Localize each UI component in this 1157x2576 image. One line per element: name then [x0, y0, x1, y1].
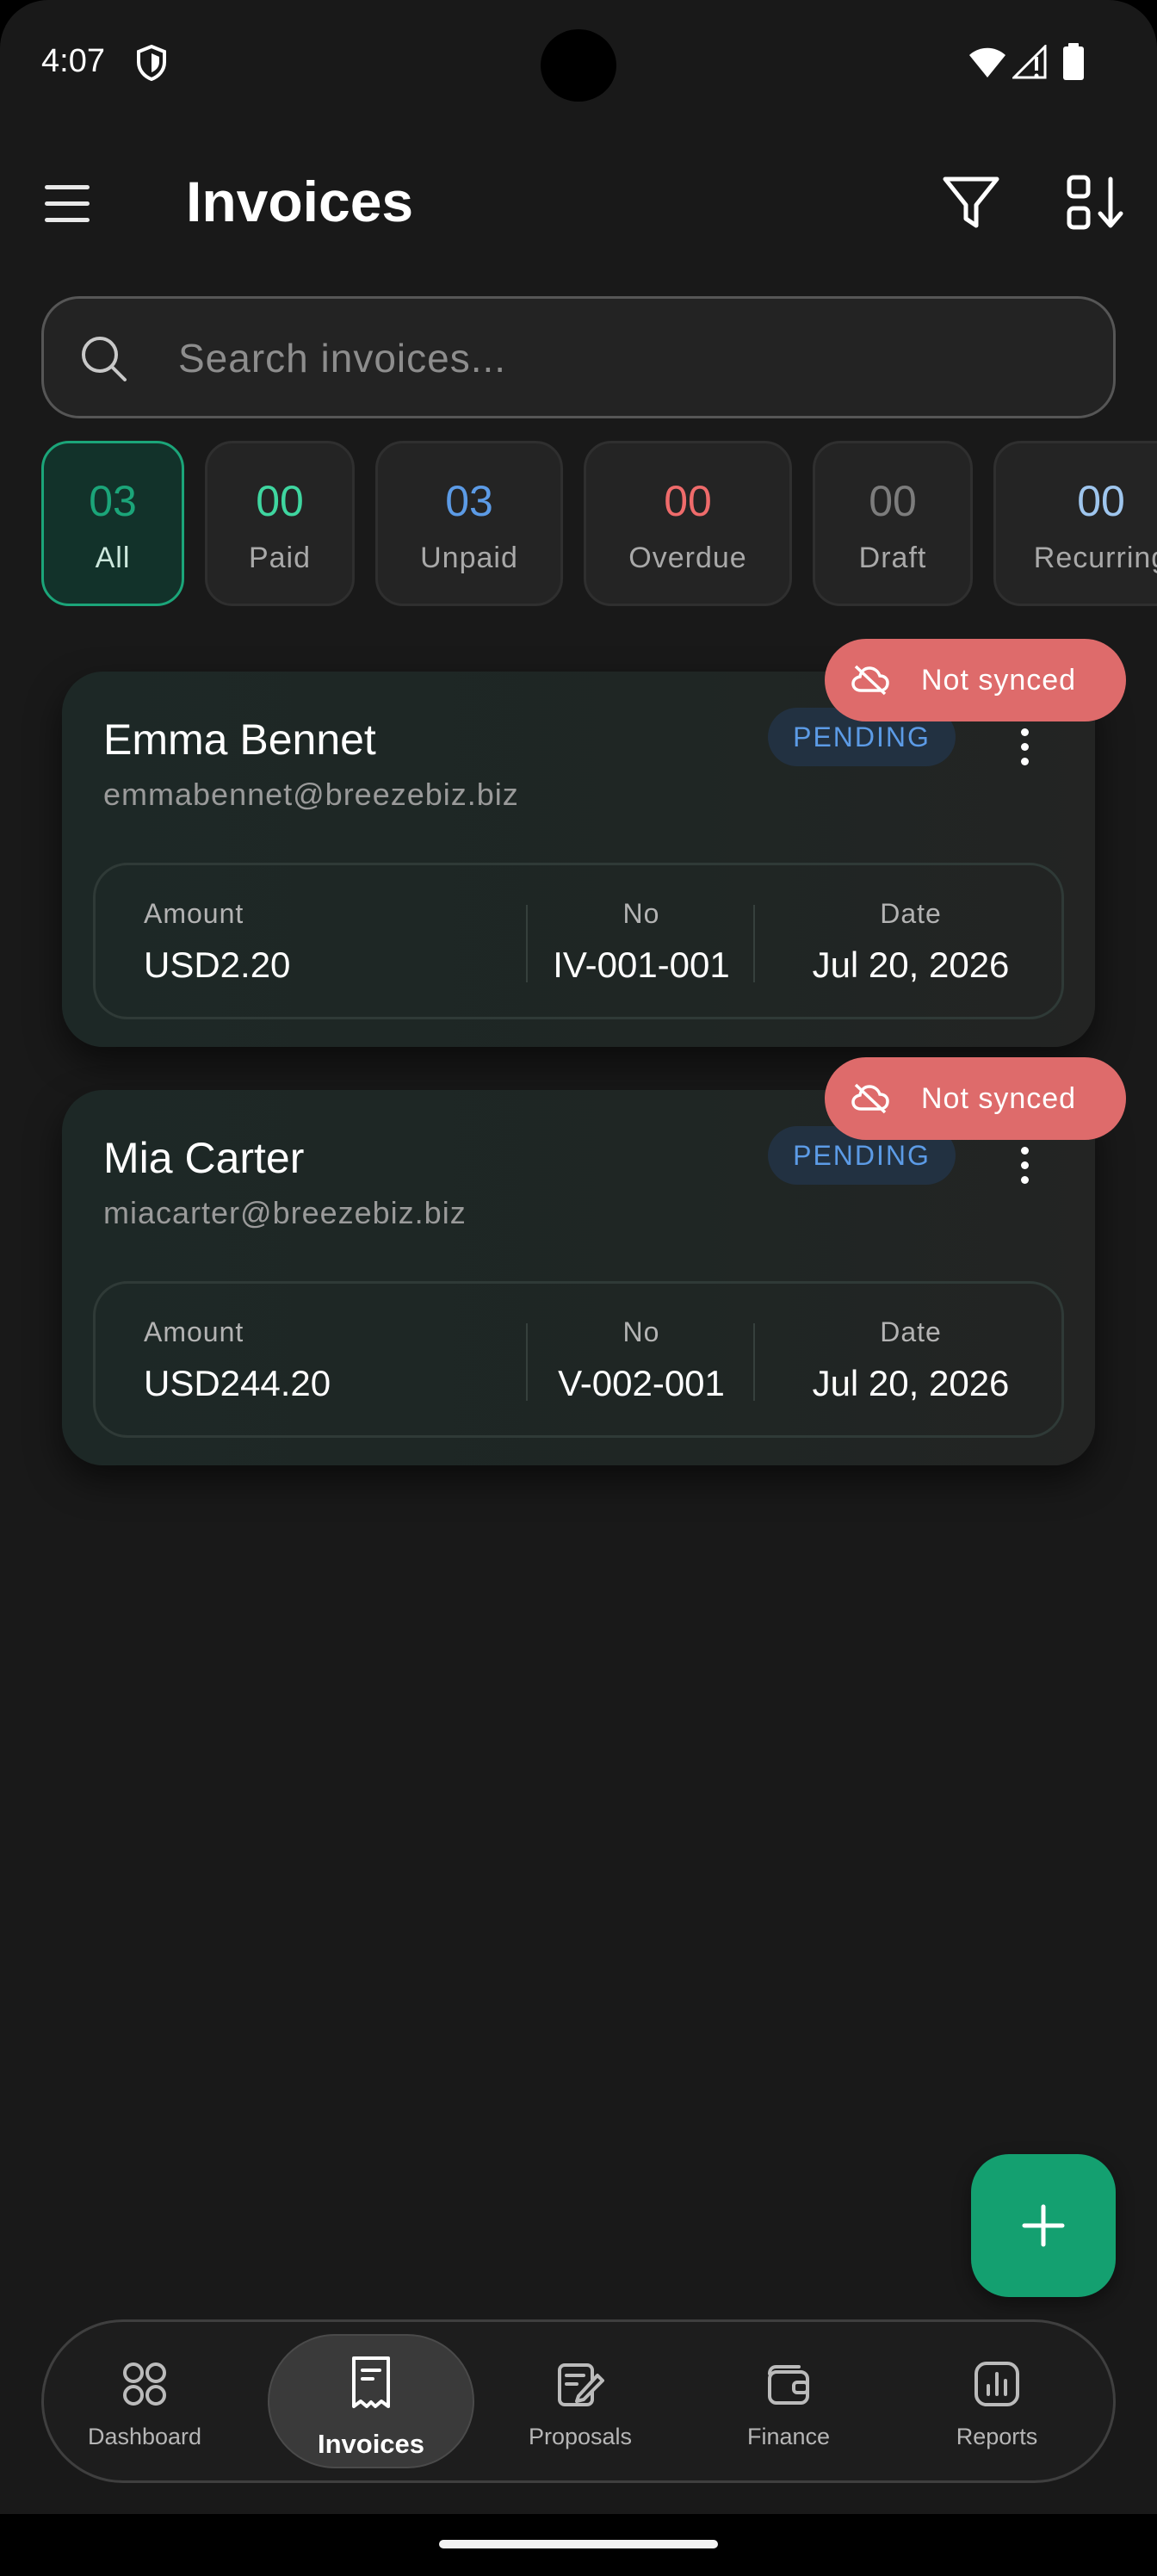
status-time: 4:07 — [41, 43, 105, 79]
number-label: No — [622, 898, 660, 929]
grid-icon — [123, 2362, 166, 2406]
nav-label: Proposals — [528, 2424, 633, 2449]
menu-button[interactable] — [45, 177, 96, 229]
chart-icon — [974, 2362, 1019, 2406]
home-indicator[interactable] — [439, 2540, 718, 2548]
nav-label: Finance — [746, 2424, 831, 2449]
sync-status-badge: Not synced — [825, 1057, 1126, 1140]
filter-chip-all[interactable]: 03 All — [41, 441, 184, 606]
amount-label: Amount — [144, 898, 244, 929]
page-title: Invoices — [186, 170, 414, 233]
battery-icon — [1063, 43, 1084, 80]
filter-chip-draft[interactable]: 00 Draft — [813, 441, 973, 606]
shield-icon — [137, 45, 166, 81]
receipt-icon — [352, 2356, 390, 2408]
filter-count: 00 — [869, 477, 917, 525]
invoice-number: IV-001-001 — [553, 944, 730, 985]
invoice-card[interactable]: Emma Bennet emmabennet@breezebiz.biz PEN… — [62, 672, 1095, 1047]
invoice-number: V-002-001 — [558, 1363, 725, 1403]
app-screen: 4:07 Invoices 03 All — [0, 0, 1157, 2514]
number-label: No — [622, 1316, 660, 1347]
filter-chip-overdue[interactable]: 00 Overdue — [584, 441, 792, 606]
sync-status-label: Not synced — [921, 1081, 1077, 1115]
date-label: Date — [880, 898, 942, 929]
filter-chip-recurring[interactable]: 00 Recurring — [993, 441, 1157, 606]
signal-icon — [1012, 45, 1047, 79]
nav-label: Reports — [956, 2424, 1038, 2449]
invoice-details: Amount USD244.20 No V-002-001 Date Jul 2… — [93, 1281, 1064, 1438]
nav-label: Invoices — [317, 2429, 425, 2459]
menu-icon-line — [45, 184, 90, 189]
filter-count: 00 — [256, 477, 304, 525]
filter-icon[interactable] — [940, 172, 1002, 234]
filter-count: 03 — [445, 477, 493, 525]
filter-label: Paid — [248, 542, 312, 574]
amount-value: USD244.20 — [144, 1363, 331, 1403]
filter-label: Overdue — [628, 542, 747, 574]
nav-item-invoices[interactable]: Invoices — [268, 2322, 474, 2480]
sort-icon[interactable] — [1064, 172, 1126, 234]
search-bar[interactable] — [41, 296, 1116, 418]
amount-label: Amount — [144, 1316, 244, 1347]
invoice-card[interactable]: Mia Carter miacarter@breezebiz.biz PENDI… — [62, 1090, 1095, 1465]
cloud-off-icon — [851, 1083, 889, 1114]
search-icon — [82, 337, 127, 381]
nav-item-reports[interactable]: Reports — [917, 2322, 1077, 2480]
menu-icon-line — [45, 201, 90, 206]
client-name: Emma Bennet — [103, 715, 376, 764]
nav-label: Dashboard — [87, 2424, 202, 2449]
more-options-button[interactable] — [1009, 728, 1040, 780]
menu-icon-line — [45, 217, 90, 222]
invoice-date: Jul 20, 2026 — [812, 944, 1010, 985]
front-camera — [541, 29, 616, 102]
more-options-button[interactable] — [1009, 1147, 1040, 1198]
filter-label: All — [95, 542, 131, 574]
filter-chip-paid[interactable]: 00 Paid — [205, 441, 355, 606]
nav-item-finance[interactable]: Finance — [708, 2322, 869, 2480]
filter-count: 03 — [89, 477, 137, 525]
nav-item-proposals[interactable]: Proposals — [500, 2322, 660, 2480]
sync-status-label: Not synced — [921, 663, 1077, 697]
nav-item-dashboard[interactable]: Dashboard — [65, 2322, 225, 2480]
sync-status-badge: Not synced — [825, 639, 1126, 721]
filter-label: Draft — [858, 542, 927, 574]
cloud-off-icon — [851, 665, 889, 696]
client-name: Mia Carter — [103, 1134, 305, 1182]
wifi-icon — [969, 47, 1005, 77]
filter-label: Recurring — [1033, 542, 1157, 574]
search-input[interactable] — [178, 328, 1073, 388]
filter-count: 00 — [664, 477, 712, 525]
amount-value: USD2.20 — [144, 944, 291, 985]
plus-icon — [1022, 2204, 1065, 2247]
filter-chip-unpaid[interactable]: 03 Unpaid — [375, 441, 563, 606]
client-email: emmabennet@breezebiz.biz — [103, 777, 519, 812]
invoice-date: Jul 20, 2026 — [812, 1363, 1010, 1403]
client-email: miacarter@breezebiz.biz — [103, 1195, 467, 1230]
filter-count: 00 — [1077, 477, 1125, 525]
add-invoice-button[interactable] — [971, 2154, 1116, 2297]
date-label: Date — [880, 1316, 942, 1347]
proposal-icon — [558, 2363, 604, 2406]
filter-label: Unpaid — [420, 542, 518, 574]
bottom-navigation: Dashboard Invoices Proposals Finance Rep… — [41, 2319, 1116, 2483]
wallet-icon — [768, 2365, 809, 2405]
invoice-details: Amount USD2.20 No IV-001-001 Date Jul 20… — [93, 863, 1064, 1019]
